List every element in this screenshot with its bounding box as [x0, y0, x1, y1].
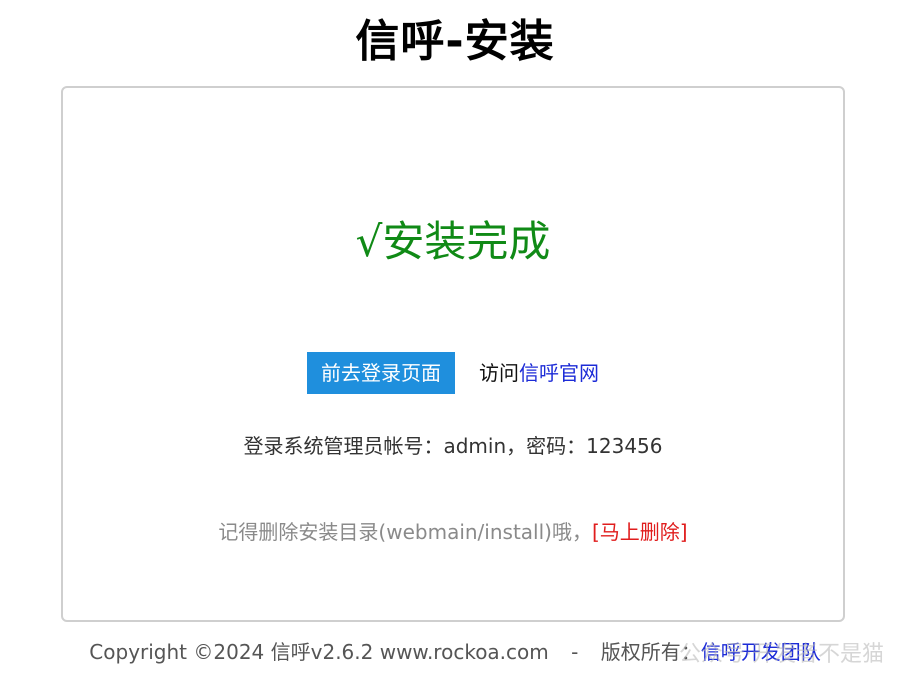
development-team-link[interactable]: 信呼开发团队: [701, 640, 821, 664]
rights-label: 版权所有：: [600, 640, 701, 664]
footer-separator: -: [571, 640, 579, 664]
footer: Copyright ©2024 信呼v2.6.2 www.rockoa.com …: [0, 637, 910, 667]
admin-account-info: 登录系统管理员帐号：admin，密码：123456: [243, 434, 663, 458]
install-success-message: √安装完成: [355, 217, 551, 266]
login-page-button[interactable]: 前去登录页面: [307, 352, 455, 394]
visit-official-site: 访问信呼官网: [479, 352, 599, 394]
official-site-link[interactable]: 信呼官网: [519, 361, 599, 385]
action-row: 前去登录页面 访问信呼官网: [63, 351, 843, 395]
install-page: 信呼-安装 √安装完成 前去登录页面 访问信呼官网 登录系统管理员帐号：admi…: [0, 0, 910, 691]
page-title: 信呼-安装: [355, 16, 555, 67]
notice-text: 记得删除安装目录(webmain/install)哦，: [218, 520, 592, 544]
delete-now-link[interactable]: [马上删除]: [592, 520, 688, 544]
install-result-panel: √安装完成 前去登录页面 访问信呼官网 登录系统管理员帐号：admin，密码：1…: [61, 86, 845, 622]
copyright-text: Copyright ©2024 信呼v2.6.2 www.rockoa.com: [89, 640, 549, 664]
delete-install-notice: 记得删除安装目录(webmain/install)哦，[马上删除]: [63, 517, 843, 547]
visit-prefix-label: 访问: [479, 361, 519, 385]
